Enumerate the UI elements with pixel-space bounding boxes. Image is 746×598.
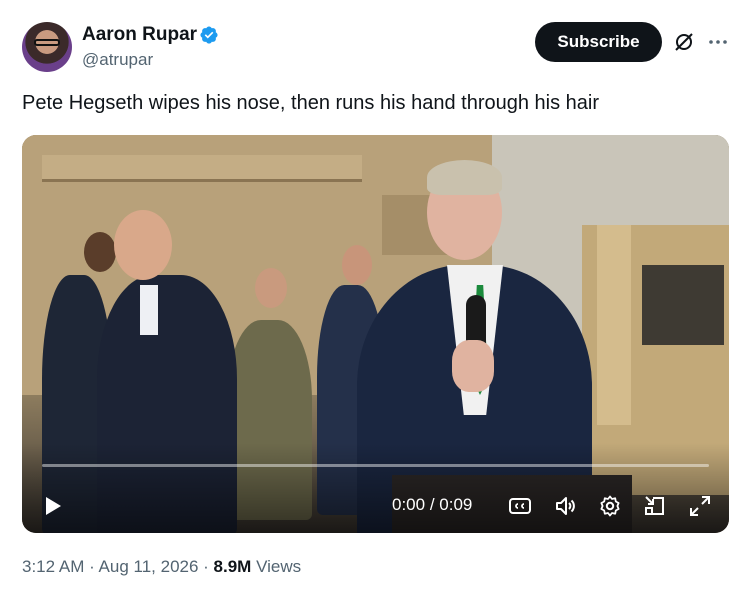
tweet-date[interactable]: Aug 11, 2026 xyxy=(99,557,199,576)
meta-separator: · xyxy=(198,557,214,576)
video-time: 0:00 / 0:09 xyxy=(392,495,472,515)
tweet-meta: 3:12 AM · Aug 11, 2026 · 8.9M Views xyxy=(22,557,301,577)
settings-icon[interactable] xyxy=(598,494,622,518)
play-icon[interactable] xyxy=(40,494,64,518)
controls-overlay xyxy=(22,443,729,533)
volume-icon[interactable] xyxy=(553,494,577,518)
views-label: Views xyxy=(256,557,302,576)
avatar-glasses xyxy=(34,39,60,46)
speaker-hair xyxy=(427,160,502,195)
duration: 0:09 xyxy=(439,495,473,514)
subscribe-button[interactable]: Subscribe xyxy=(535,22,662,62)
tweet-time[interactable]: 3:12 AM xyxy=(22,557,84,576)
person-head xyxy=(84,232,116,272)
author-avatar[interactable] xyxy=(22,22,72,72)
time-separator: / xyxy=(425,495,440,514)
closed-captions-icon[interactable] xyxy=(508,494,532,518)
video-progress-bar[interactable] xyxy=(42,464,709,467)
picture-in-picture-icon[interactable] xyxy=(643,494,667,518)
video-player[interactable]: 0:00 / 0:09 xyxy=(22,135,729,533)
grok-icon[interactable] xyxy=(672,30,696,54)
current-time: 0:00 xyxy=(392,495,426,514)
author-name[interactable]: Aaron Rupar xyxy=(82,24,197,46)
person-head xyxy=(342,245,372,285)
person-head xyxy=(114,210,172,280)
verified-badge-icon[interactable] xyxy=(199,25,219,45)
speaker-hand xyxy=(452,340,494,392)
more-options-icon[interactable] xyxy=(706,30,730,54)
meta-separator: · xyxy=(84,557,99,576)
views-count: 8.9M xyxy=(213,557,252,576)
tweet-text: Pete Hegseth wipes his nose, then runs h… xyxy=(22,92,600,114)
person-head xyxy=(255,268,287,308)
person-shirt xyxy=(140,285,158,335)
author-handle[interactable]: @atrupar xyxy=(82,50,153,70)
fullscreen-icon[interactable] xyxy=(688,494,712,518)
